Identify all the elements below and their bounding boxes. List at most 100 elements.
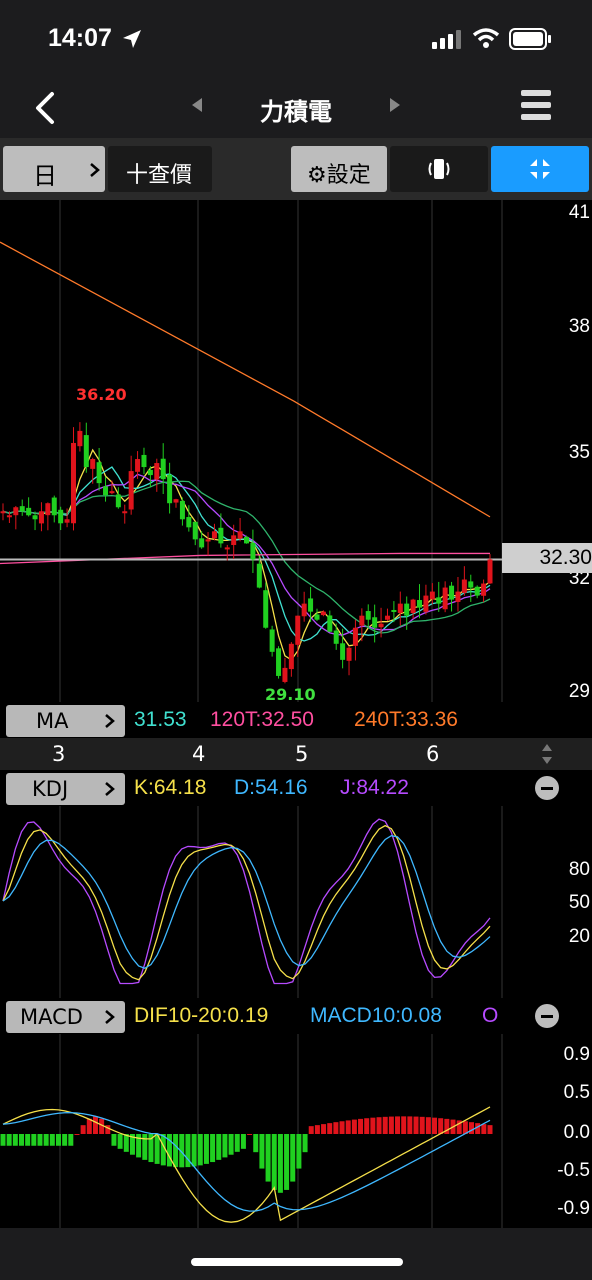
candle-body [269, 629, 275, 652]
macd-histogram-bar [43, 1134, 49, 1146]
macd-histogram-bar [234, 1134, 240, 1152]
macd-histogram-bar [487, 1125, 493, 1134]
resize-icon[interactable] [540, 741, 554, 767]
macd-histogram-bar [31, 1134, 37, 1146]
price-axis-label: 38 [568, 316, 590, 337]
macd-axis-label: -0.9 [557, 1198, 590, 1219]
next-stock-icon[interactable] [388, 97, 402, 113]
macd-axis-label: 0.5 [563, 1082, 590, 1103]
macd-histogram-bar [419, 1116, 425, 1134]
add-price-label: 十查價 [126, 163, 193, 188]
macd-histogram-bar [92, 1116, 98, 1134]
macd-histogram-bar [197, 1134, 203, 1166]
candle-body [378, 623, 384, 628]
macd-histogram-bar [12, 1134, 18, 1146]
add-price-button[interactable]: 十查價 [108, 146, 212, 192]
macd-histogram-bar [345, 1120, 351, 1134]
kdj-j-value: J:84.22 [340, 776, 409, 799]
rotate-button[interactable] [390, 146, 488, 192]
candle-body [179, 500, 185, 520]
menu-icon[interactable] [520, 88, 552, 122]
candle-body [77, 430, 83, 447]
macd-histogram-bar [117, 1134, 123, 1149]
macd-histogram-bar [173, 1134, 179, 1168]
current-price-tag: 32.30 [502, 543, 592, 573]
macd-histogram-bar [203, 1134, 209, 1164]
candle-body [231, 535, 237, 546]
macd-signal-value: MACD10:0.08 [310, 1004, 442, 1027]
macd-histogram-bar [351, 1119, 357, 1134]
kdj-line [2, 835, 491, 969]
macd-histogram-bar [290, 1134, 296, 1182]
candle-body [288, 643, 294, 670]
candle-body [276, 648, 282, 676]
candle-body [327, 615, 333, 632]
wifi-icon [472, 28, 500, 48]
macd-histogram-bar [55, 1134, 61, 1146]
candle-body [365, 611, 371, 620]
kdj-chart[interactable]: 80 50 20 [0, 806, 592, 998]
macd-histogram-bar [37, 1134, 43, 1146]
current-price: 32.30 [539, 546, 592, 569]
macd-histogram-bar [481, 1124, 487, 1134]
macd-remove-icon[interactable] [535, 1004, 559, 1028]
kdj-k-value: K:64.18 [134, 776, 207, 799]
settings-button[interactable]: ⚙設定 [291, 146, 387, 192]
kdj-label: KDJ [32, 777, 69, 801]
ma-label: MA [36, 709, 69, 733]
location-arrow-icon [123, 30, 141, 48]
home-indicator[interactable] [191, 1258, 403, 1266]
ma-button[interactable]: MA [6, 705, 125, 737]
candle-body [372, 617, 378, 628]
macd-histogram-bar [395, 1116, 401, 1134]
macd-histogram-bar [339, 1121, 345, 1134]
candle-body [250, 542, 256, 560]
macd-histogram-bar [68, 1134, 74, 1146]
collapse-button[interactable] [491, 146, 589, 192]
candle-body [103, 486, 109, 496]
candle-body [410, 599, 416, 614]
macd-axis-label: -0.5 [557, 1160, 590, 1181]
macd-histogram-bar [376, 1117, 382, 1134]
price-axis-label: 35 [568, 442, 590, 463]
candle-body [173, 499, 179, 503]
candle-body [147, 469, 153, 476]
macd-histogram-bar [432, 1117, 438, 1134]
macd-histogram-bar [469, 1122, 475, 1134]
candle-body [160, 458, 166, 480]
macd-chart[interactable]: 0.9 0.5 0.0 -0.5 -0.9 [0, 1034, 592, 1228]
candle-body [256, 563, 262, 588]
candle-body [461, 579, 467, 593]
candle-body [83, 435, 89, 468]
month-label: 5 [295, 742, 309, 766]
kdj-remove-icon[interactable] [535, 776, 559, 800]
macd-button[interactable]: MACD [6, 1001, 125, 1033]
ma-120-value: 120T:32.50 [210, 708, 314, 731]
candle-body [282, 667, 288, 682]
candle-body [320, 611, 326, 616]
macd-histogram-bar [358, 1118, 364, 1134]
candle-body [205, 539, 211, 542]
macd-histogram-bar [80, 1125, 86, 1134]
candle-body [115, 494, 121, 508]
period-button[interactable]: 日 [3, 146, 105, 192]
candle-body [346, 647, 352, 661]
candle-body [352, 627, 358, 646]
candle-body [199, 538, 205, 548]
price-chart[interactable]: 41 38 35 32 29 32.30 36.20 29.10 [0, 200, 592, 704]
macd-histogram-bar [277, 1134, 283, 1193]
collapse-icon [530, 159, 550, 179]
candle-body [436, 597, 442, 604]
kdj-axis-label: 50 [568, 892, 590, 913]
macd-histogram-bar [413, 1116, 419, 1134]
candle-body [135, 459, 141, 472]
kdj-button[interactable]: KDJ [6, 773, 125, 805]
macd-histogram-bar [321, 1124, 327, 1134]
kdj-axis-label: 20 [568, 926, 590, 947]
candle-body [423, 595, 429, 612]
candle-body [314, 614, 320, 620]
month-label: 3 [52, 742, 66, 766]
candle-body [26, 507, 32, 516]
price-axis-label: 41 [568, 202, 590, 223]
macd-histogram-bar [210, 1134, 216, 1163]
